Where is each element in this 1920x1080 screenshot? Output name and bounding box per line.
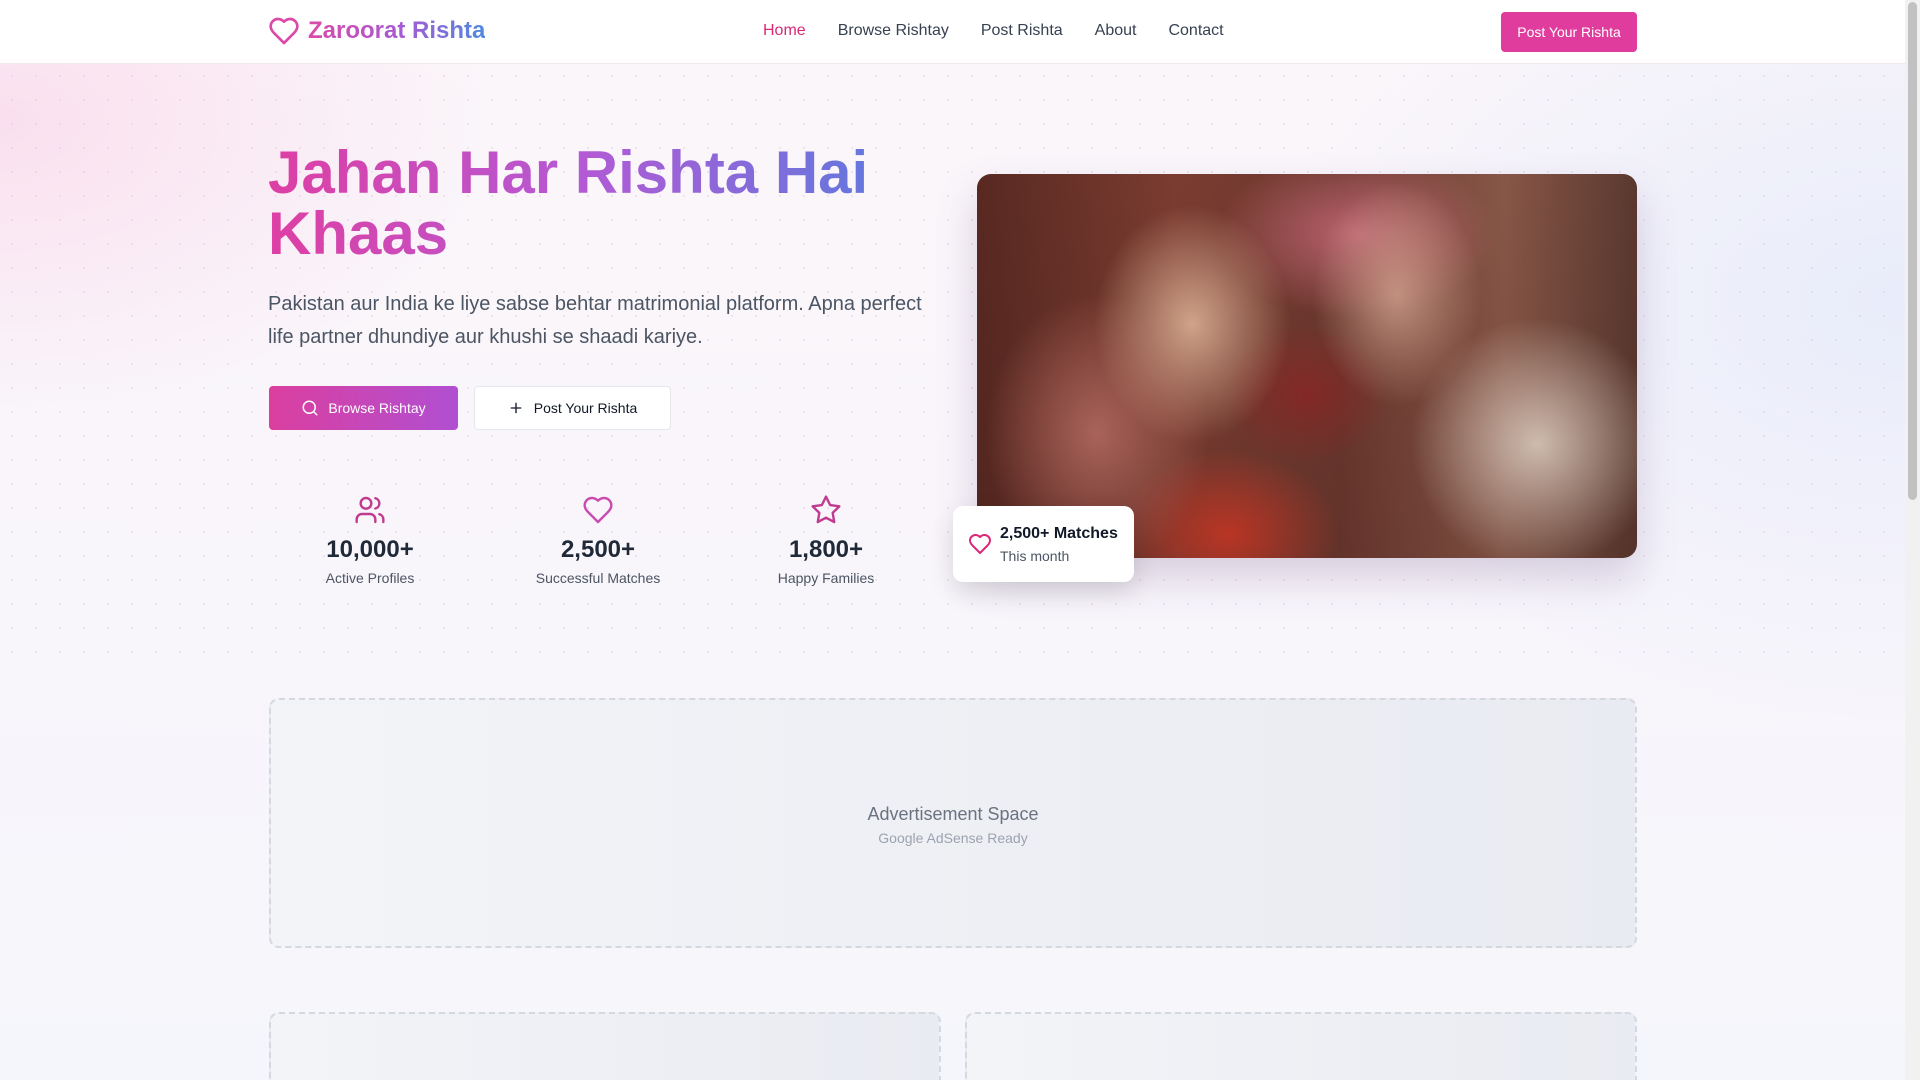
matches-badge-card: 2,500+ Matches This month [953,506,1134,582]
post-your-rishta-nav-button[interactable]: Post Your Rishta [1501,12,1637,52]
stat-successful-matches: 2,500+ Successful Matches [498,490,698,586]
hero-subtitle: Pakistan aur India ke liye sabse behtar … [268,293,922,348]
heart-icon [269,17,299,45]
advertisement-subtitle: Google AdSense Ready [878,830,1028,846]
nav-link-home[interactable]: Home [763,22,806,40]
brand-name: Zaroorat Rishta [308,17,486,44]
photo-overlay [977,174,1637,558]
stat-value: 1,800+ [788,536,864,563]
nav-link-about[interactable]: About [1095,22,1137,40]
nav-links: Home Browse Rishtay Post Rishta About Co… [763,22,1224,40]
stat-value: 10,000+ [326,536,414,563]
advertisement-slot-right [965,1012,1637,1080]
stat-happy-families: 1,800+ Happy Families [726,490,926,586]
search-icon [302,400,318,416]
plus-icon [510,402,522,414]
vertical-scrollbar-thumb[interactable] [1908,2,1917,500]
heart-icon [583,496,613,524]
advertisement-title: Advertisement Space [867,804,1039,824]
post-your-rishta-button[interactable]: Post Your Rishta [474,386,671,430]
stat-label: Happy Families [777,570,875,586]
star-icon [811,495,841,524]
nav-link-contact[interactable]: Contact [1168,22,1223,40]
hero-title: Jahan Har Rishta Hai Khaas [268,142,948,264]
browse-rishtay-button[interactable]: Browse Rishtay [269,386,458,430]
matches-badge-title: 2,500+ Matches [1000,525,1118,542]
stat-label: Active Profiles [325,570,415,586]
browse-rishtay-label: Browse Rishtay [328,400,426,416]
nav-link-post-rishta[interactable]: Post Rishta [981,22,1063,40]
navbar: Zaroorat Rishta Home Browse Rishtay Post… [0,0,1905,64]
post-your-rishta-label: Post Your Rishta [533,400,638,416]
advertisement-slot-left [269,1012,941,1080]
page: Zaroorat Rishta Home Browse Rishtay Post… [0,0,1905,1080]
matches-badge-subtitle: This month [1000,548,1070,564]
wedding-couple-photo [977,174,1637,558]
advertisement-banner: Advertisement Space Google AdSense Ready [269,698,1637,948]
stat-label: Successful Matches [535,570,661,586]
users-icon [355,496,385,524]
stat-value: 2,500+ [560,536,636,563]
nav-link-browse-rishtay[interactable]: Browse Rishtay [838,22,949,40]
brand-logo-link[interactable]: Zaroorat Rishta [268,15,485,47]
heart-icon [969,534,991,554]
stat-active-profiles: 10,000+ Active Profiles [270,490,470,586]
